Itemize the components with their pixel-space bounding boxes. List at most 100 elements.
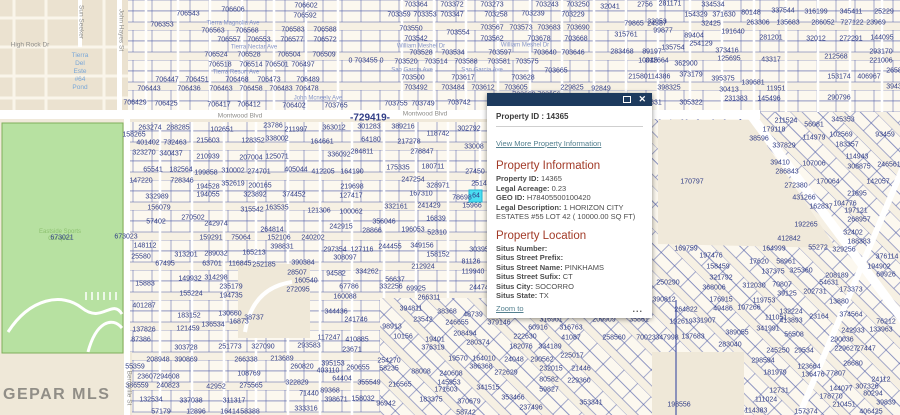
popup-field: Situs Street Prefix: [496, 253, 643, 263]
parcel-label: 212568 [824, 54, 847, 61]
parcel-label: 24474 [469, 285, 488, 292]
parcel-label: 706504 [277, 52, 300, 59]
parcel-label: 30395 [469, 247, 488, 254]
parcel-label: 183375 [419, 397, 442, 404]
parcel-label: 290036 [830, 337, 853, 344]
property-information-heading: Property Information [496, 160, 643, 172]
parcel-label: 412205 [311, 169, 334, 176]
parcel-label: 194055 [196, 192, 219, 199]
dock-icon[interactable] [623, 96, 631, 103]
parcel-label: 315761 [614, 32, 637, 39]
parcel-label: 251773 [218, 344, 241, 351]
parcel-label: 207004 [239, 155, 262, 162]
parcel-label: 167310 [409, 191, 432, 198]
parcel-label: 25580 [131, 254, 150, 261]
parcel-label: 401287 [132, 303, 155, 310]
parcel-label: 703683 [537, 25, 560, 32]
parcel-label: 29534 [794, 348, 813, 355]
parcel-label: 158152 [426, 252, 449, 259]
parcel-label: 312664 [645, 58, 668, 65]
parcel-label: 191640 [721, 29, 744, 36]
parcel-label: 197476 [699, 253, 722, 260]
parcel-label: 413893 [779, 318, 802, 325]
parcel-label: 23607 [137, 374, 156, 381]
parcel-label: 345411 [840, 9, 863, 16]
parcel-label: 703588 [454, 59, 477, 66]
parcel-label: 703500 [401, 75, 424, 82]
parcel-label: 703372 [440, 2, 463, 9]
road-ref-label: -729419- [350, 113, 390, 124]
parcel-label: 240608 [439, 371, 462, 378]
map-viewport[interactable]: TierraDelEste#64Pond Eastside SportsComp… [0, 0, 900, 415]
parcel-label: 58388 [240, 409, 259, 415]
parcel-label: 706501 [265, 62, 288, 69]
parcel-label: 12731 [769, 388, 788, 395]
parcel-label: 370679 [457, 399, 480, 406]
parcel-label: 706514 [239, 62, 262, 69]
parcel-label: 237496 [519, 405, 542, 412]
parcel-label: 158265 [122, 132, 145, 139]
parcel-label: 334262 [355, 269, 378, 276]
parcel-label: 706458 [239, 86, 262, 93]
parcel-label: 164010 [472, 356, 495, 363]
parcel-label: 12896 [186, 409, 205, 415]
parcel-label: 99877 [653, 28, 672, 35]
parcel-label: 64 [472, 193, 480, 200]
property-popup: ✕ Property ID : 14365 View More Property… [487, 93, 652, 318]
parcel-label: 307326 [855, 384, 878, 391]
parcel-label: 147220 [129, 178, 152, 185]
parcel-label: 24048 [504, 357, 523, 364]
parcel-label: 3943 [886, 84, 900, 91]
view-more-link[interactable]: View More Property Information [496, 139, 601, 148]
parcel-label: 703678 [527, 36, 550, 43]
parcel-label: 325360 [789, 268, 812, 275]
parcel-label: 288285 [166, 125, 189, 132]
parcel-label: 23164 [809, 314, 828, 321]
parcel-label: 23969 [866, 20, 885, 27]
parcel-label: 703258 [484, 12, 507, 19]
parcel-label: 104776 [833, 201, 856, 208]
parcel-label: 208189 [825, 273, 848, 280]
parcel-label: 308875 [847, 164, 870, 171]
parcel-label: 58742 [456, 410, 475, 415]
parcel-label: 57402 [146, 219, 165, 226]
popup-field: Situs Street Name: PINKHAMS [496, 263, 643, 273]
parcel-label: 703550 [399, 26, 422, 33]
parcel-label: 144095 [870, 35, 893, 42]
parcel-label: 406967 [857, 74, 880, 81]
parcel-label: 706583 [281, 27, 304, 34]
parcel-label: 371630 [712, 12, 735, 19]
parcel-label: 272095 [286, 287, 309, 294]
zoom-to-link[interactable]: Zoom to [496, 304, 524, 313]
close-icon[interactable]: ✕ [638, 95, 646, 104]
parcel-label: 673023 [114, 234, 137, 241]
parcel-label: 338002 [265, 136, 288, 143]
parcel-label: 332256 [379, 284, 402, 291]
parcel-label: 160540 [294, 278, 317, 285]
parcel-label: 160088 [333, 294, 356, 301]
parcel-label: 395153 [321, 361, 344, 368]
popup-field: GEO ID: H78405500100420 [496, 193, 643, 203]
parcel-label: 81126 [462, 259, 481, 266]
parcel-label: 278847 [410, 149, 433, 156]
parcel-label: 398831 [270, 244, 293, 251]
more-options-button[interactable]: ... [632, 305, 643, 313]
parcel-label: 24112 [872, 377, 891, 384]
parcel-label: 162837 [809, 204, 832, 211]
parcel-label: 703605 [504, 85, 527, 92]
popup-field: Legal Acreage: 0.23 [496, 184, 643, 194]
parcel-label: 703273 [480, 2, 503, 9]
parcel-label: 116845 [229, 261, 252, 268]
parcel-label: 386368 [469, 364, 492, 371]
parcel-label: 293583 [297, 343, 320, 350]
parcel-label: 703646 [561, 50, 584, 57]
parcel-label: 264822 [674, 307, 697, 314]
parcel-label: 703239 [521, 11, 544, 18]
parcel-label: 121306 [307, 208, 330, 215]
property-information-fields: Property ID: 14365Legal Acreage: 0.23GEO… [496, 174, 643, 222]
parcel-label: 16839 [426, 216, 445, 223]
parcel-label: 706447 [155, 77, 178, 84]
parcel-label: 406425 [859, 409, 882, 415]
parcel-label: 337829 [772, 143, 795, 150]
parcel-label: 119940 [462, 269, 485, 276]
